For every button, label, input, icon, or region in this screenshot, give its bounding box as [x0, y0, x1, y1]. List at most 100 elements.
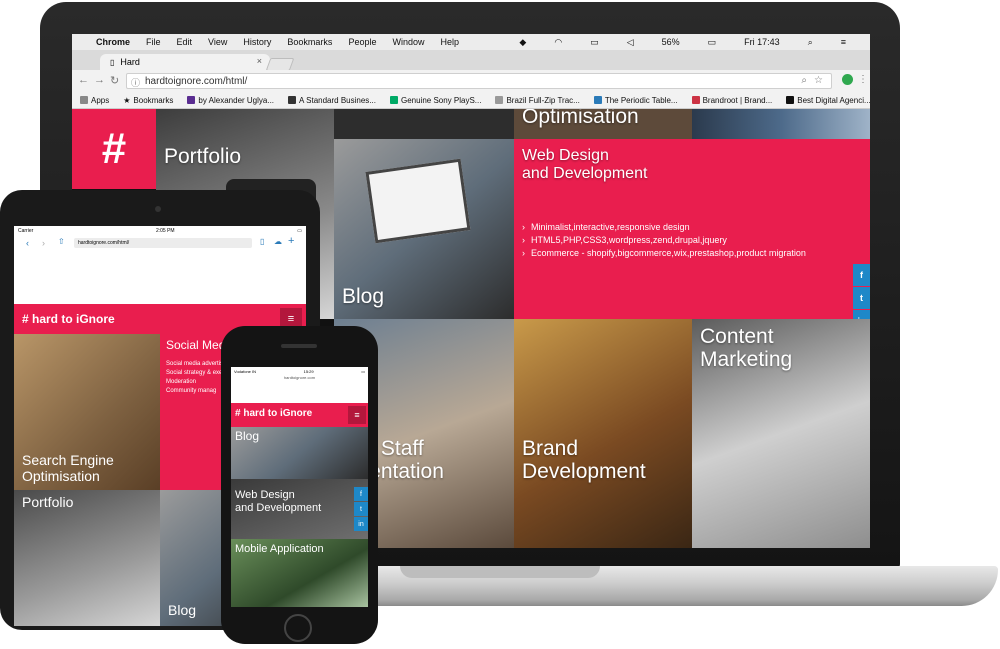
volume-icon[interactable]: ◁ — [627, 37, 634, 48]
back-icon[interactable]: ← — [78, 74, 89, 86]
share-icon[interactable]: ⇧ — [58, 237, 65, 246]
carrier-label: Carrier — [18, 228, 34, 234]
tile-title: Mobile Application — [235, 543, 324, 555]
site-logo[interactable]: # hard to iGnore — [22, 312, 115, 326]
forward-icon[interactable]: → — [94, 74, 105, 86]
chrome-tabbar: ▯ Hard × — [72, 50, 870, 71]
twitter-icon[interactable]: t — [853, 287, 870, 309]
facebook-icon[interactable]: f — [354, 487, 368, 501]
tile-brand[interactable]: Brand Development — [514, 319, 692, 548]
menu-history[interactable]: History — [243, 37, 271, 47]
bookmark-item[interactable]: A Standard Busines... — [288, 96, 376, 105]
list-item: HTML5,PHP,CSS3,wordpress,zend,drupal,jqu… — [522, 234, 806, 247]
bookmark-item[interactable]: Genuine Sony PlayS... — [389, 96, 481, 105]
address-bar[interactable]: ⓘ hardtoignore.com/html/ ⌕ ☆ — [126, 73, 832, 89]
tile-portfolio[interactable]: Portfolio — [14, 490, 160, 626]
url-text: hardtoignore.com/html/ — [145, 75, 248, 87]
bookmark-icon[interactable]: ▯ — [260, 237, 264, 246]
bookmark-item[interactable]: by Alexander Uglya... — [187, 96, 274, 105]
tile-web-design[interactable]: Web Design and Development — [231, 479, 368, 539]
address-bar[interactable]: hardtoignore.com/html/ — [74, 238, 252, 248]
tile-title: Blog — [342, 285, 385, 308]
mac-menubar: Chrome File Edit View History Bookmarks … — [72, 34, 870, 51]
back-icon[interactable]: ‹ — [26, 238, 29, 248]
battery-percent[interactable]: 56% — [662, 37, 680, 47]
battery-icon: ▭ — [297, 228, 302, 234]
cloud-icon[interactable]: ☁ — [274, 237, 282, 246]
info-icon: ⓘ — [131, 78, 141, 88]
menu-bookmarks[interactable]: Bookmarks — [287, 37, 332, 47]
battery-icon: ▭ — [361, 368, 365, 374]
apps-photo — [692, 109, 870, 139]
star-icon[interactable]: ☆ — [814, 75, 823, 86]
close-icon[interactable]: × — [257, 56, 262, 66]
extension-icon[interactable] — [842, 74, 853, 85]
tile-title: Blog — [168, 602, 197, 618]
hamburger-icon[interactable]: ≡ — [348, 406, 366, 424]
menu-edit[interactable]: Edit — [177, 37, 193, 47]
speaker — [281, 344, 317, 348]
menubar-status: ◆ ◠ ▭ ◁ 56% ▭ Fri 17:43 ⌕ ≡ — [519, 34, 862, 50]
site-logo[interactable]: # — [72, 109, 156, 189]
camera-icon — [155, 206, 161, 212]
tile-seo[interactable]: Search Engine Optimisation — [14, 334, 160, 490]
add-tab-icon[interactable]: + — [288, 235, 294, 247]
bookmark-item[interactable]: Best Digital Agenci... — [786, 96, 870, 105]
bookmarks-bar: Apps ★ Bookmarks by Alexander Uglya... A … — [72, 92, 870, 109]
tile-title: Portfolio — [22, 494, 74, 510]
tile-title: Search Engine Optimisation — [22, 452, 114, 485]
clock[interactable]: Fri 17:43 — [744, 37, 780, 47]
tile-title: Web Design and Development — [235, 489, 322, 515]
status-bar: Vodafone IN 15:29 ▭ — [231, 367, 368, 375]
tile-content[interactable]: Content Marketing — [692, 319, 870, 548]
tile-title: Optimisation — [522, 109, 639, 128]
tab-title: Hard — [120, 57, 140, 67]
home-button[interactable] — [284, 614, 312, 642]
wifi-icon[interactable]: ◠ — [554, 37, 562, 48]
dropbox-icon[interactable]: ◆ — [519, 37, 526, 48]
menu-people[interactable]: People — [348, 37, 376, 47]
bookmark-item[interactable]: Brazil Full-Zip Trac... — [495, 96, 580, 105]
browser-tab[interactable]: ▯ Hard × — [100, 54, 270, 70]
search-icon[interactable]: ⌕ — [808, 37, 813, 48]
menu-view[interactable]: View — [208, 37, 227, 47]
tile-blog[interactable]: Blog — [334, 139, 514, 319]
twitter-icon[interactable]: t — [354, 502, 368, 516]
phone-frame: Vodafone IN 15:29 ▭ hardtoignore.com # h… — [221, 326, 378, 644]
list-icon[interactable]: ≡ — [841, 37, 846, 47]
reload-icon[interactable]: ↻ — [110, 74, 119, 87]
tile-title: Web Design and Development — [522, 147, 648, 182]
bookmark-apps[interactable]: Apps — [80, 96, 109, 105]
bookmark-item[interactable]: Brandroot | Brand... — [691, 96, 772, 105]
clock: 2:05 PM — [155, 228, 175, 234]
site-header: # hard to iGnore ≡ — [231, 403, 368, 427]
tile-web-design[interactable]: Web Design and Development Minimalist,in… — [514, 139, 870, 319]
star-icon: ★ — [123, 95, 131, 105]
linkedin-icon[interactable]: in — [354, 517, 368, 531]
site-logo[interactable]: # hard to iGnore — [235, 408, 312, 419]
menu-icon[interactable]: ⋮ — [858, 74, 868, 85]
zoom-icon[interactable]: ⌕ — [801, 75, 807, 86]
menu-help[interactable]: Help — [440, 37, 459, 47]
tile-background — [334, 109, 514, 139]
list-item: Minimalist,interactive,responsive design — [522, 221, 806, 234]
tile-optimisation[interactable]: Optimisation — [514, 109, 692, 139]
clock: 15:29 — [303, 368, 314, 374]
status-bar: Carrier 2:05 PM ▭ — [14, 226, 306, 236]
carrier-label: Vodafone IN — [234, 368, 257, 374]
forward-icon[interactable]: › — [42, 238, 45, 248]
service-list: Minimalist,interactive,responsive design… — [522, 221, 806, 260]
menu-file[interactable]: File — [146, 37, 161, 47]
menu-window[interactable]: Window — [392, 37, 424, 47]
bookmark-bookmarks[interactable]: ★ Bookmarks — [123, 96, 173, 105]
bookmark-item[interactable]: The Periodic Table... — [593, 96, 678, 105]
tile-mobile[interactable]: Mobile Application — [231, 539, 368, 607]
address-bar[interactable]: hardtoignore.com — [231, 375, 368, 383]
laptop-notch — [400, 566, 600, 578]
facebook-icon[interactable]: f — [853, 264, 870, 286]
tile-blog[interactable]: Blog — [231, 427, 368, 479]
phone-screen: Vodafone IN 15:29 ▭ hardtoignore.com # h… — [231, 367, 368, 607]
menu-chrome[interactable]: Chrome — [96, 37, 130, 47]
battery-icon[interactable]: ▭ — [708, 37, 717, 48]
airplay-icon[interactable]: ▭ — [590, 37, 599, 48]
